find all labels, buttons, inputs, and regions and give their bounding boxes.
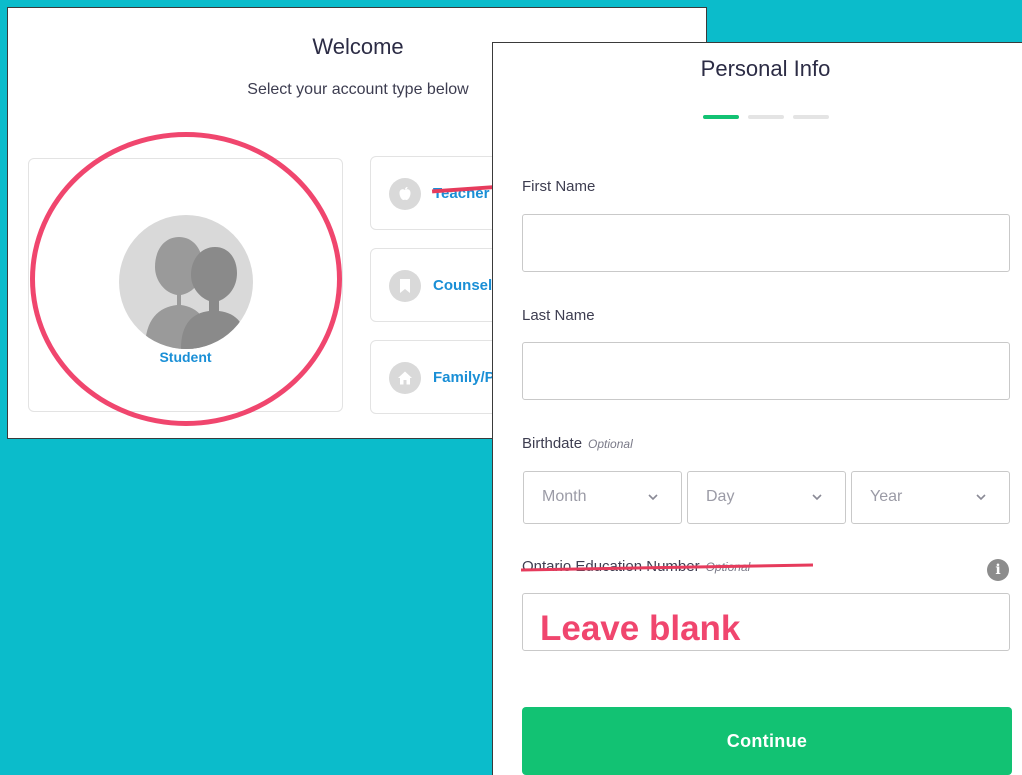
chevron-down-icon <box>812 494 822 501</box>
first-name-label: First Name <box>522 178 596 195</box>
step-indicator <box>793 115 829 119</box>
chevron-down-icon <box>976 494 986 501</box>
personal-info-panel: Personal Info First Name Last Name Birth… <box>492 42 1022 775</box>
continue-button[interactable]: Continue <box>522 707 1012 775</box>
year-select[interactable]: Year <box>851 471 1010 524</box>
home-icon <box>389 362 421 394</box>
chevron-down-icon <box>648 494 658 501</box>
birthdate-label: Birthdate Optional <box>522 435 633 452</box>
month-placeholder: Month <box>542 488 587 505</box>
student-highlight-annotation <box>30 132 342 426</box>
year-placeholder: Year <box>870 488 903 505</box>
personal-info-title: Personal Info <box>700 56 831 81</box>
birthdate-label-text: Birthdate <box>522 435 583 452</box>
last-name-label: Last Name <box>522 307 595 324</box>
leave-blank-annotation: Leave blank <box>540 609 741 648</box>
day-select[interactable]: Day <box>687 471 846 524</box>
apple-icon <box>389 178 421 210</box>
first-name-input[interactable] <box>522 214 1010 272</box>
step-indicator-active <box>703 115 739 119</box>
optional-tag: Optional <box>588 437 633 451</box>
month-select[interactable]: Month <box>523 471 682 524</box>
day-placeholder: Day <box>706 488 735 505</box>
step-indicator <box>748 115 784 119</box>
bookmark-icon <box>389 270 421 302</box>
last-name-input[interactable] <box>522 342 1010 400</box>
info-icon[interactable]: i <box>987 559 1009 581</box>
